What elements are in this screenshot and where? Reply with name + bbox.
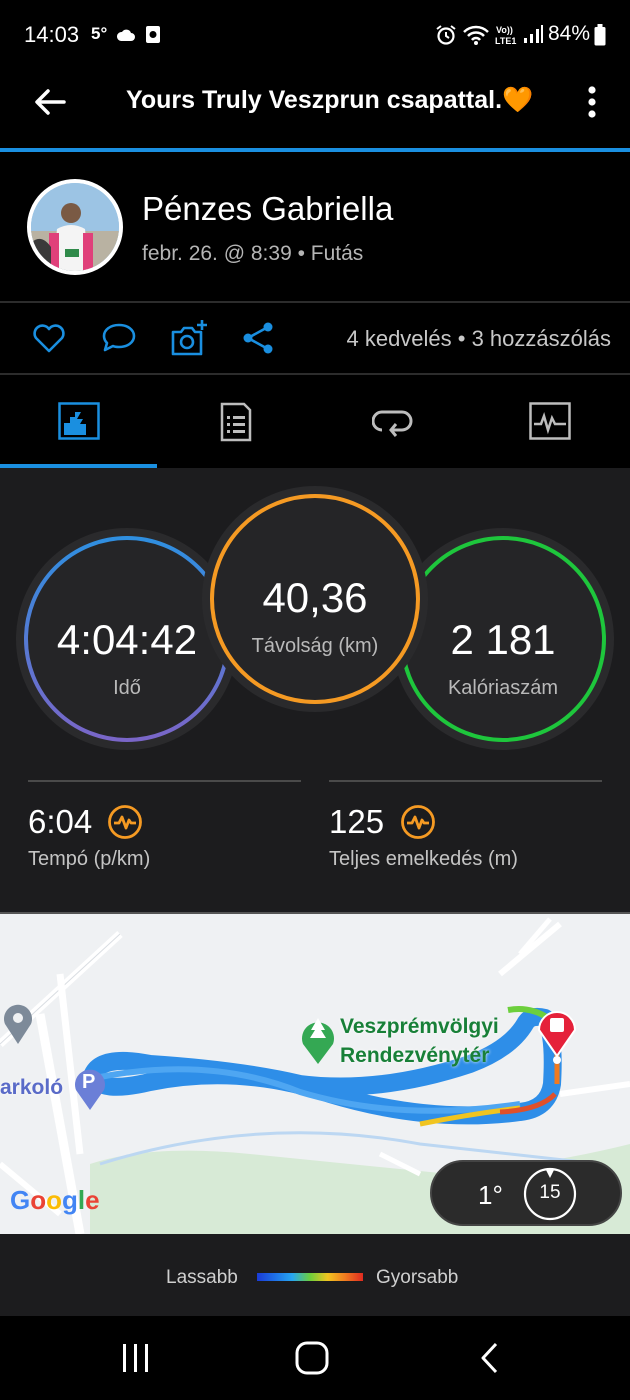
pace-legend: Lassabb Gyorsabb [0,1234,630,1316]
arrow-left-icon[interactable] [30,82,70,122]
back-icon[interactable] [476,1340,504,1376]
poi-label-line1[interactable]: Veszprémvölgyi [340,1015,499,1039]
pace-gradient-bar [257,1273,363,1281]
google-logo: Google [10,1185,100,1215]
battery-icon [594,24,606,46]
avatar[interactable] [27,179,123,275]
likes-comments-count[interactable]: 4 kedvelés • 3 hozzászólás [346,326,611,352]
weather-temperature: 1° [478,1180,503,1210]
svg-text:LTE1: LTE1 [495,36,516,46]
parking-label[interactable]: arkoló [0,1076,63,1100]
activity-meta: febr. 26. @ 8:39 • Futás [142,242,364,265]
parking-icon: P [82,1071,96,1093]
social-actions: 4 kedvelés • 3 hozzászólás [0,304,630,374]
distance-value: 40,36 [262,574,368,621]
avatar-photo [31,183,119,271]
activity-stats: 4:04:42 Idő 2 181 Kalóriaszám 40,36 Távo… [0,468,630,914]
pace-label: Tempó (p/km) [28,848,151,870]
home-icon[interactable] [294,1340,330,1376]
svg-text:Vo)): Vo)) [496,25,513,35]
stats-icon [58,402,100,440]
system-navbar [0,1316,630,1400]
divider [0,301,630,303]
loop-icon [372,410,413,437]
list-document-icon [220,402,252,442]
activity-tabs [0,376,630,468]
page-title: Yours Truly Veszprun csapattal.🧡 [126,86,534,114]
divider [329,780,602,782]
app-bar: Yours Truly Veszprun csapattal.🧡 [0,70,630,150]
cloud-icon [116,29,135,41]
divider [28,780,301,782]
poi-label-line2[interactable]: Rendezvénytér [340,1044,489,1068]
weather-badge[interactable]: 1° 15 [430,1160,622,1226]
tab-laps[interactable] [314,376,471,468]
status-time: 14:03 [24,22,80,47]
chart-icon [529,402,571,440]
share-icon[interactable] [238,318,278,358]
volte-icon: Vo)) LTE1 [495,25,516,46]
athlete-name[interactable]: Pénzes Gabriella [142,190,393,228]
status-bar: 14:03 5° Vo)) LTE1 84% [0,0,630,70]
heart-icon[interactable] [29,318,69,358]
recent-apps-icon[interactable] [118,1342,154,1374]
status-temperature: 5° [91,24,108,43]
more-vertical-icon[interactable] [578,82,606,122]
comment-icon[interactable] [99,318,139,358]
divider [0,373,630,375]
battery-percent: 84% [548,22,591,45]
app-notification-icon [146,26,160,43]
add-photo-icon[interactable] [169,318,209,358]
tab-charts[interactable] [471,376,628,468]
activity-header: Pénzes Gabriella febr. 26. @ 8:39 • Futá… [0,152,630,302]
legend-slow-label: Lassabb [166,1267,238,1288]
distance-label: Távolság (km) [251,635,379,657]
tab-overview[interactable] [0,376,157,468]
elevation-label: Teljes emelkedés (m) [329,848,518,870]
distance-ring: 40,36 Távolság (km) [202,486,428,712]
elevation-value: 125 [329,803,385,840]
tab-details[interactable] [157,376,314,468]
signal-icon [524,25,543,43]
legend-fast-label: Gyorsabb [376,1267,459,1288]
pace-value: 6:04 [28,803,93,840]
pace-chart-icon[interactable] [107,804,143,840]
alarm-icon [436,25,456,45]
wifi-icon [463,25,489,45]
elevation-chart-icon[interactable] [400,804,436,840]
wind-speed: 15 [539,1182,561,1203]
